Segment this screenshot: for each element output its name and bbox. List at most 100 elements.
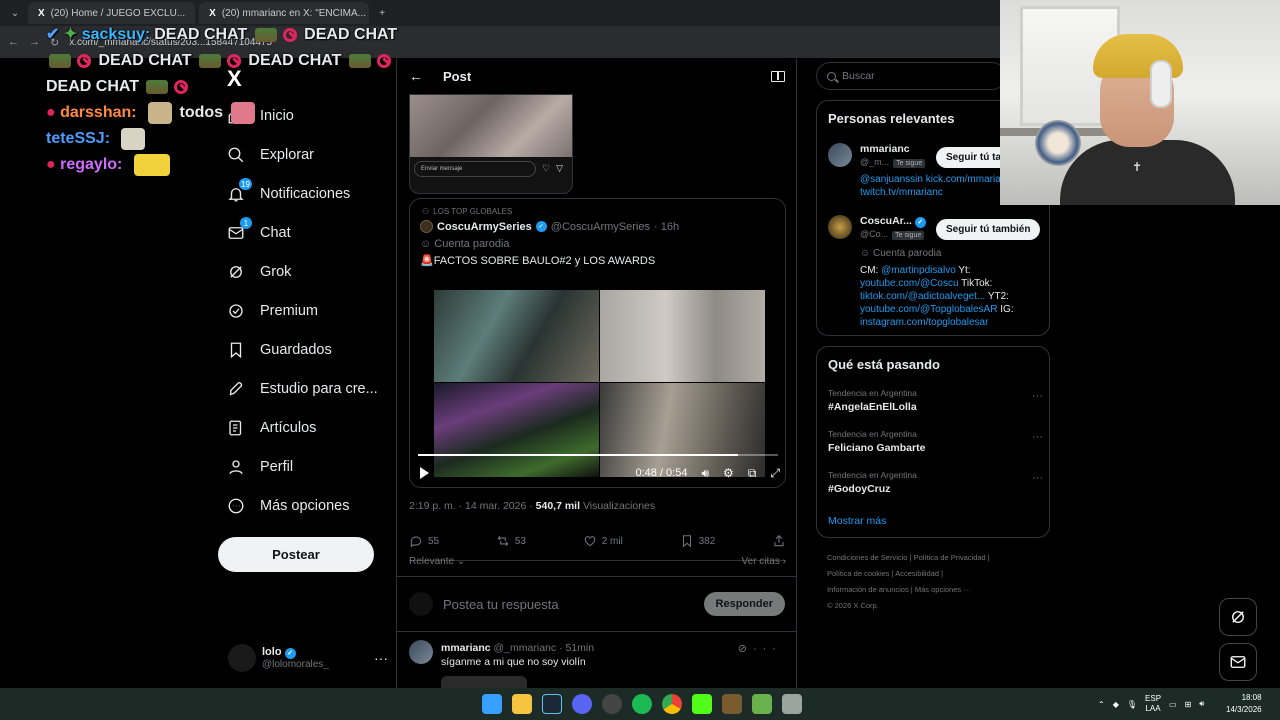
kick-icon[interactable] (692, 694, 712, 714)
message-input: Enviar mensaje (414, 161, 536, 177)
messages-floating-button[interactable] (1219, 643, 1257, 681)
footer-link[interactable]: Más opciones ··· (915, 585, 971, 594)
share-button[interactable] (772, 534, 786, 548)
person-name[interactable]: mmarianc (860, 143, 910, 155)
more-dots-icon[interactable]: ··· (1032, 472, 1043, 484)
avatar[interactable] (409, 640, 433, 664)
bio-link[interactable]: @martinpdisalvo (881, 265, 956, 276)
nav-item-notificaciones[interactable]: 19 Notificaciones (226, 178, 350, 204)
like-button[interactable]: 2 mil (583, 534, 623, 548)
trend-item[interactable]: Tendencia en Argentina #AngelaEnElLolla … (828, 388, 1043, 413)
show-more-link[interactable]: Mostrar más (828, 515, 886, 527)
repost-button[interactable]: 53 (496, 534, 526, 548)
footer-link[interactable]: Accesibilidad (895, 569, 939, 578)
tray-chevron-up-icon[interactable]: ⌃ (1098, 700, 1105, 709)
nav-item-premium[interactable]: Premium (226, 301, 318, 321)
follow-back-button[interactable]: Seguir tú también (936, 219, 1041, 240)
obs-icon[interactable] (602, 694, 622, 714)
speaker-icon[interactable]: 🔊︎ (1199, 699, 1204, 709)
bio-link[interactable]: @sanjuanssin (860, 174, 923, 185)
new-tab-plus-icon[interactable]: + (373, 4, 391, 22)
nav-item-perfil[interactable]: Perfil (226, 457, 293, 477)
back-arrow-icon[interactable]: ← (409, 68, 423, 84)
footer-link[interactable]: Condiciones de Servicio (827, 553, 907, 562)
view-quotes-link[interactable]: Ver citas › (742, 556, 786, 567)
chrome-icon[interactable] (662, 694, 682, 714)
discord-icon[interactable] (572, 694, 592, 714)
reply-submit-button[interactable]: Responder (703, 592, 785, 616)
post-button[interactable]: Postear (218, 537, 374, 572)
reply-author-name[interactable]: mmarianc (441, 642, 491, 654)
reply-input[interactable]: Postea tu respuesta (443, 597, 694, 612)
bio-link[interactable]: youtube.com/@Coscu (860, 278, 959, 289)
nav-item-estudio[interactable]: Estudio para cre... (226, 379, 378, 399)
grok-floating-button[interactable] (1219, 598, 1257, 636)
footer-link[interactable]: Política de cookies (827, 569, 890, 578)
more-dots-icon[interactable]: ··· (374, 650, 388, 666)
minecraft-icon[interactable] (722, 694, 742, 714)
main-column: ← Post Enviar mensaje ♡▽ ⚇ LOS TOP GLOBA… (396, 58, 797, 688)
reader-mode-icon[interactable] (771, 70, 785, 82)
bio-link[interactable]: kick.com/mmarianc (926, 174, 1012, 185)
settings-gear-icon[interactable]: ⚙ (723, 466, 734, 480)
nav-item-guardados[interactable]: Guardados (226, 340, 332, 360)
defender-icon[interactable]: ◆ (1113, 700, 1119, 709)
sort-dropdown[interactable]: Relevante ⌄ (409, 556, 465, 567)
file-explorer-icon[interactable] (512, 694, 532, 714)
trend-item[interactable]: Tendencia en Argentina Feliciano Gambart… (828, 429, 1043, 454)
display-icon[interactable]: ▭ (1169, 700, 1177, 709)
more-dots-icon[interactable]: ··· (1032, 390, 1043, 402)
clock[interactable]: 18:08 14/3/2026 (1226, 692, 1262, 716)
microphone-icon[interactable]: 🎙︎ (1127, 700, 1137, 709)
fullscreen-icon[interactable]: ⤢ (770, 466, 780, 481)
quote-author-name[interactable]: CoscuArmySeries (437, 221, 532, 233)
reply-button[interactable]: 55 (409, 534, 439, 548)
avatar[interactable] (828, 215, 852, 239)
grok-icon[interactable]: ⊘ (738, 643, 753, 655)
embedded-image-preview[interactable]: Enviar mensaje ♡▽ (409, 94, 573, 194)
more-dots-icon[interactable]: ··· (753, 643, 782, 655)
game-cube-icon[interactable] (752, 694, 772, 714)
more-dots-icon[interactable]: ··· (1032, 431, 1043, 443)
bio-link[interactable]: twitch.tv/mmarianc (860, 187, 943, 198)
tab-list-chevron-icon[interactable]: ⌄ (6, 4, 24, 22)
browser-tab-2[interactable]: X (20) mmarianc en X: "ENCIMA... (199, 2, 370, 24)
forward-nav-icon[interactable]: → (29, 36, 40, 48)
page-title: Post (443, 68, 472, 84)
video-player[interactable]: 0:48 / 0:54 🔊︎ ⚙ ⧉ ⤢ (410, 279, 785, 487)
bio-link[interactable]: instagram.com/topglobalesar (860, 317, 988, 328)
reply-media[interactable] (441, 676, 527, 688)
stack-app-icon[interactable] (782, 694, 802, 714)
play-icon[interactable] (420, 467, 429, 479)
footer-link[interactable]: Política de Privacidad (914, 553, 986, 562)
avatar[interactable] (828, 143, 852, 167)
bio-link[interactable]: youtube.com/@TopglobalesAR (860, 304, 997, 315)
account-switcher[interactable]: lolo ✓ @lolomorales_ ··· (228, 644, 388, 672)
steam-icon[interactable] (542, 694, 562, 714)
nav-item-chat[interactable]: 1 Chat (226, 217, 291, 243)
avatar[interactable] (420, 220, 433, 233)
windows-start-icon[interactable] (482, 694, 502, 714)
footer-link[interactable]: Información de anuncios (827, 585, 909, 594)
language-indicator[interactable]: ESP LAA (1145, 694, 1161, 714)
nav-item-articulos[interactable]: Artículos (226, 418, 316, 438)
spotify-icon[interactable] (632, 694, 652, 714)
video-progress-bar[interactable] (418, 454, 778, 456)
nav-item-grok[interactable]: Grok (226, 262, 291, 282)
person-name[interactable]: CoscuAr... ✓ (860, 215, 926, 228)
verified-badge-icon: ✓ (284, 648, 296, 659)
nav-item-mas-opciones[interactable]: Más opciones (226, 496, 349, 516)
browser-tab-1[interactable]: X (20) Home / JUEGO EXCLU... (28, 2, 196, 24)
bio-link[interactable]: tiktok.com/@adictoalveget... (860, 291, 985, 302)
volume-icon[interactable]: 🔊︎ (701, 466, 709, 481)
panel-title: Qué está pasando (828, 357, 940, 372)
back-nav-icon[interactable]: ← (8, 36, 19, 48)
search-input[interactable]: Buscar (816, 62, 1006, 90)
picture-in-picture-icon[interactable]: ⧉ (748, 466, 757, 481)
quoted-post[interactable]: ⚇ LOS TOP GLOBALES CoscuArmySeries ✓ @Co… (409, 198, 786, 488)
post-timestamp: 2:19 p. m. · 14 mar. 2026 · (409, 500, 536, 512)
bookmark-button[interactable]: 382 (680, 534, 715, 548)
trend-item[interactable]: Tendencia en Argentina #GodoyCruz ··· (828, 470, 1043, 495)
network-icon[interactable]: ⊞ (1185, 700, 1192, 709)
reply-text: síganme a mi que no soy violín (441, 656, 586, 668)
